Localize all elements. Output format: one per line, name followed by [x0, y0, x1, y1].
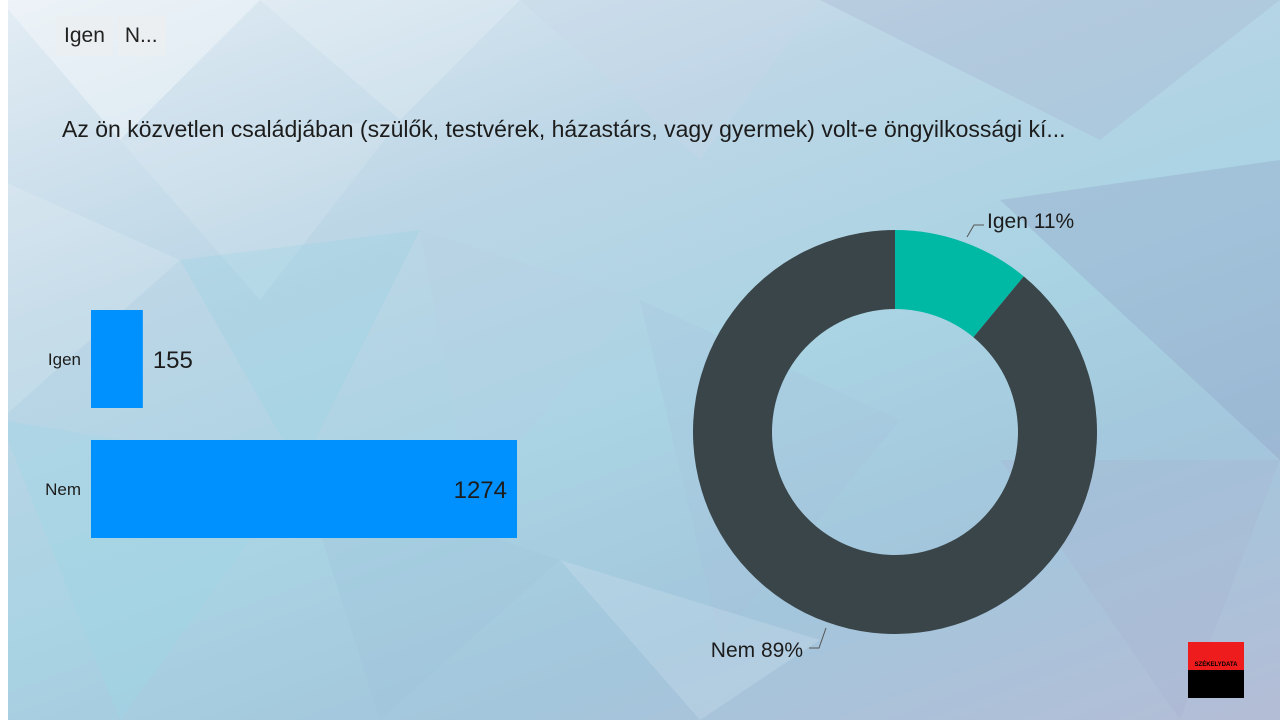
bar-igen: [91, 310, 143, 408]
logo-red-block: SZÉKELYDATA: [1188, 642, 1244, 670]
bar-data-label: 155: [153, 347, 193, 374]
bar-category-label: Igen: [48, 350, 81, 369]
charts-canvas: Igen 155 Nem 1274 Igen 11% Nem 89%: [45, 210, 1097, 662]
logo-black-block: [1188, 670, 1244, 698]
donut-slice-nem: [692, 229, 1097, 634]
donut-leader-nem: [809, 627, 827, 649]
donut-leader-igen: [966, 224, 984, 238]
logo-text: SZÉKELYDATA: [1194, 662, 1238, 668]
slide: Igen N... Az ön közvetlen családjában (s…: [0, 0, 1280, 720]
bar-category-label: Nem: [45, 480, 81, 499]
donut-label-nem: Nem 89%: [711, 639, 803, 662]
donut-label-igen: Igen 11%: [987, 210, 1074, 233]
bar-data-label: 1274: [454, 477, 507, 504]
brand-logo: SZÉKELYDATA: [1188, 642, 1244, 698]
